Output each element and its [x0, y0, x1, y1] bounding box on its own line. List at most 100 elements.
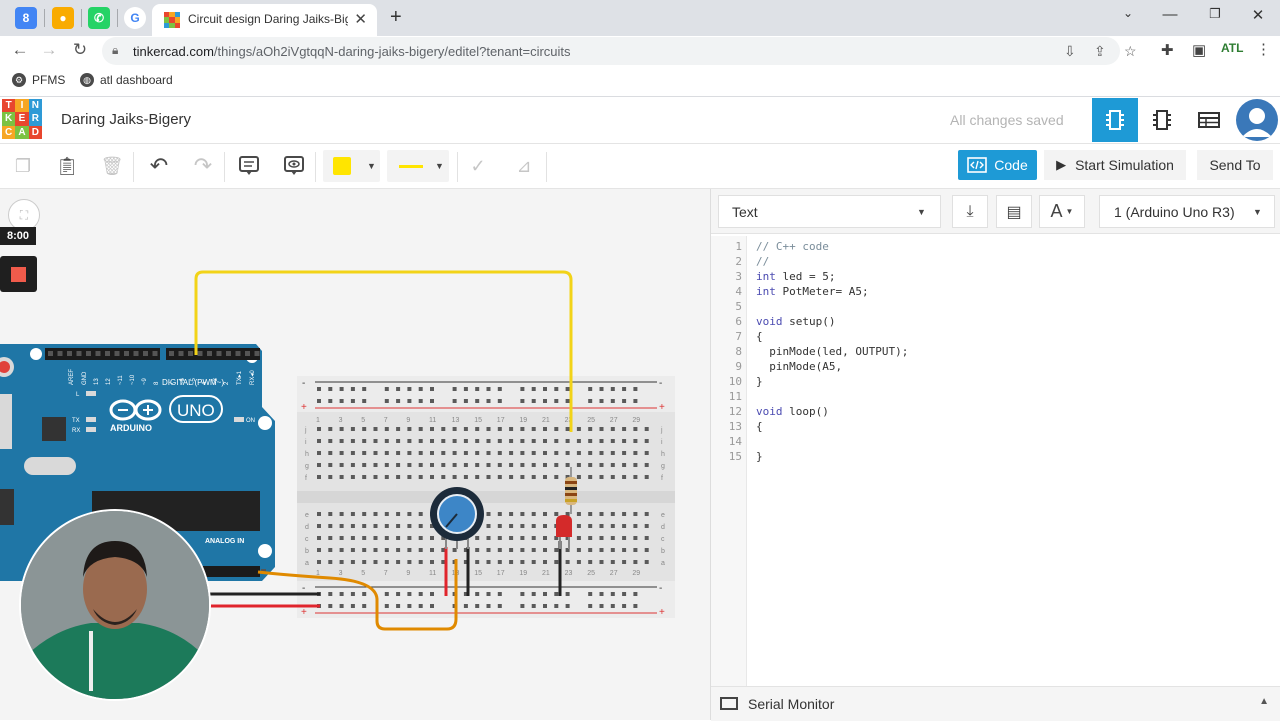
breadboard-hole[interactable]: [622, 592, 627, 596]
breadboard-hole[interactable]: [554, 592, 559, 596]
breadboard-hole[interactable]: [418, 451, 423, 455]
flip-icon[interactable]: ⊿: [510, 152, 538, 180]
breadboard-hole[interactable]: [644, 439, 649, 443]
breadboard-hole[interactable]: [317, 399, 321, 403]
breadboard-hole[interactable]: [441, 451, 446, 455]
breadboard-hole[interactable]: [565, 387, 570, 391]
breadboard-hole[interactable]: [475, 548, 480, 552]
breadboard-hole[interactable]: [633, 548, 638, 552]
tinkercad-logo[interactable]: TINKERCAD: [2, 99, 42, 139]
breadboard-hole[interactable]: [463, 451, 468, 455]
breadboard-hole[interactable]: [610, 463, 615, 467]
breadboard-hole[interactable]: [475, 439, 480, 443]
breadboard-hole[interactable]: [622, 387, 627, 391]
breadboard-hole[interactable]: [543, 387, 547, 391]
breadboard-hole[interactable]: [610, 439, 615, 443]
breadboard-hole[interactable]: [576, 512, 581, 516]
code-line[interactable]: {: [756, 419, 763, 434]
breadboard-hole[interactable]: [407, 439, 412, 443]
breadboard-hole[interactable]: [520, 524, 525, 528]
breadboard-hole[interactable]: [565, 604, 570, 608]
breadboard-hole[interactable]: [497, 475, 502, 479]
header-hole[interactable]: [76, 351, 82, 356]
breadboard-hole[interactable]: [486, 560, 491, 564]
breadboard-hole[interactable]: [373, 475, 378, 479]
code-editor[interactable]: 1 2 3 4 5 6 7 8 9 10 11 12 13 14 15 // C++ code//int l…: [711, 236, 1280, 686]
breadboard-hole[interactable]: [509, 512, 514, 516]
breadboard-hole[interactable]: [622, 451, 627, 455]
back-icon[interactable]: ←: [9, 40, 31, 60]
breadboard-hole[interactable]: [531, 439, 536, 443]
breadboard-hole[interactable]: [486, 475, 491, 479]
breadboard-hole[interactable]: [317, 524, 321, 528]
breadboard-hole[interactable]: [531, 548, 536, 552]
rotate-icon[interactable]: ✓: [464, 152, 492, 180]
breadboard-hole[interactable]: [384, 604, 389, 608]
breadboard-hole[interactable]: [373, 512, 378, 516]
breadboard-hole[interactable]: [430, 427, 434, 431]
minimize-window-icon[interactable]: —: [1160, 6, 1180, 23]
breadboard-hole[interactable]: [396, 475, 401, 479]
breadboard-hole[interactable]: [362, 512, 367, 516]
breadboard-hole[interactable]: [362, 427, 367, 431]
breadboard-hole[interactable]: [475, 463, 480, 467]
breadboard-hole[interactable]: [565, 439, 570, 443]
breadboard-hole[interactable]: [554, 439, 559, 443]
new-tab-button[interactable]: +: [390, 6, 402, 29]
font-size-button[interactable]: A ▼: [1039, 195, 1085, 228]
breadboard-hole[interactable]: [418, 399, 423, 403]
breadboard-hole[interactable]: [384, 524, 389, 528]
breadboard-hole[interactable]: [644, 463, 649, 467]
breadboard-hole[interactable]: [317, 451, 321, 455]
breadboard-hole[interactable]: [418, 560, 423, 564]
breadboard-hole[interactable]: [475, 604, 480, 608]
breadboard-hole[interactable]: [463, 427, 468, 431]
header-hole[interactable]: [207, 351, 212, 356]
breadboard-hole[interactable]: [633, 475, 638, 479]
breadboard-hole[interactable]: [554, 387, 559, 391]
breadboard-hole[interactable]: [576, 427, 581, 431]
breadboard-hole[interactable]: [554, 451, 559, 455]
breadboard-hole[interactable]: [633, 604, 638, 608]
breadboard-hole[interactable]: [475, 592, 480, 596]
breadboard-hole[interactable]: [328, 524, 333, 528]
breadboard-hole[interactable]: [407, 427, 412, 431]
breadboard-hole[interactable]: [610, 512, 615, 516]
breadboard-hole[interactable]: [622, 439, 627, 443]
breadboard-hole[interactable]: [622, 548, 627, 552]
breadboard-hole[interactable]: [543, 399, 547, 403]
breadboard-hole[interactable]: [317, 548, 321, 552]
notes-icon[interactable]: [235, 152, 263, 180]
bookmark-atl-dashboard[interactable]: ◍ atl dashboard: [80, 73, 173, 87]
breadboard-hole[interactable]: [452, 439, 457, 443]
breadboard-hole[interactable]: [543, 427, 547, 431]
breadboard-hole[interactable]: [339, 451, 344, 455]
breadboard-hole[interactable]: [328, 512, 333, 516]
breadboard-hole[interactable]: [588, 536, 593, 540]
breadboard-hole[interactable]: [463, 463, 468, 467]
breadboard-hole[interactable]: [644, 560, 649, 564]
breadboard-hole[interactable]: [339, 548, 344, 552]
breadboard-hole[interactable]: [520, 475, 525, 479]
breadboard-hole[interactable]: [384, 451, 389, 455]
breadboard-hole[interactable]: [486, 604, 491, 608]
breadboard-hole[interactable]: [622, 512, 627, 516]
breadboard-hole[interactable]: [430, 439, 434, 443]
extensions-puzzle-icon[interactable]: ✚: [1161, 41, 1174, 59]
breadboard-hole[interactable]: [599, 548, 604, 552]
breadboard-hole[interactable]: [396, 604, 401, 608]
code-line[interactable]: void setup(): [756, 314, 835, 329]
breadboard-hole[interactable]: [339, 439, 344, 443]
breadboard-hole[interactable]: [396, 536, 401, 540]
breadboard-hole[interactable]: [633, 427, 638, 431]
breadboard-hole[interactable]: [384, 536, 389, 540]
breadboard-hole[interactable]: [509, 451, 514, 455]
breadboard-hole[interactable]: [610, 560, 615, 564]
breadboard-hole[interactable]: [317, 475, 321, 479]
breadboard-hole[interactable]: [565, 592, 570, 596]
breadboard-hole[interactable]: [486, 427, 491, 431]
breadboard-hole[interactable]: [633, 592, 638, 596]
pinned-tab-whatsapp[interactable]: ✆: [88, 7, 110, 29]
address-bar[interactable]: 🔒︎ tinkercad.com/things/aOh2iVgtqqN-dari…: [102, 37, 1137, 65]
breadboard-hole[interactable]: [328, 399, 333, 403]
